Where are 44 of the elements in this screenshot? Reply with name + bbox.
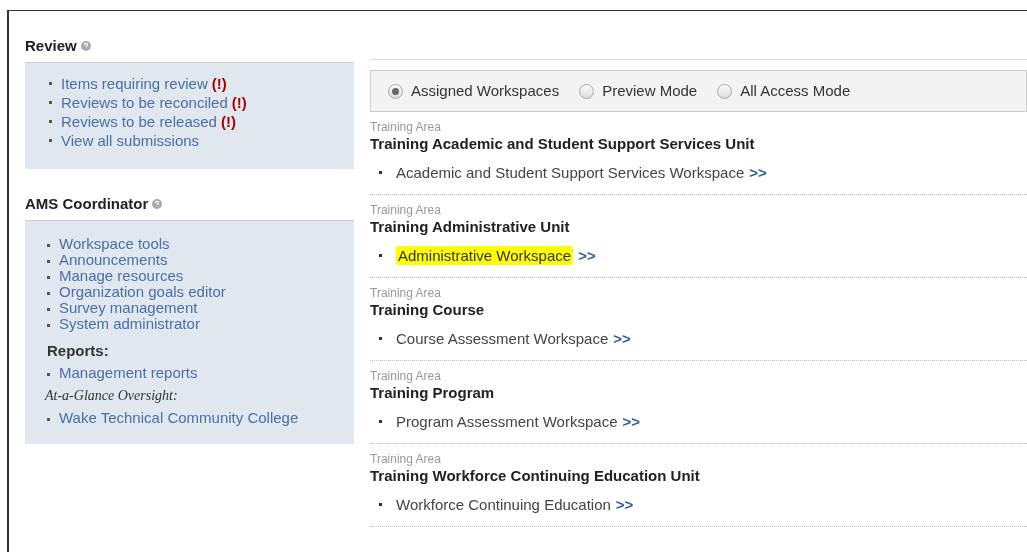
workspace-link[interactable]: Program Assessment Workspace (396, 412, 618, 431)
nav-link[interactable]: System administrator (59, 316, 200, 332)
nav-link[interactable]: Manage resources (59, 268, 184, 284)
workspace-link[interactable]: Academic and Student Support Services Workspace (396, 163, 745, 182)
nav-link[interactable]: Wake Technical Community College (59, 409, 299, 426)
nav-link[interactable]: View all submissions (61, 131, 200, 150)
nav-link[interactable]: Announcements (59, 252, 168, 268)
area-title: Training Workforce Continuing Education Unit (370, 466, 701, 486)
area-title: Training Academic and Student Support Services Unit (370, 134, 756, 154)
nav-link[interactable]: Workspace tools (59, 236, 170, 252)
mode-radio[interactable]: All Access Mode (717, 79, 851, 103)
area-caption: Training Area (370, 203, 442, 217)
nav-link[interactable]: Management reports (59, 364, 198, 381)
workspace-link[interactable]: Course Assessment Workspace (396, 329, 609, 348)
mode-radio[interactable]: Preview Mode (579, 79, 698, 103)
nav-link[interactable]: Survey management (59, 300, 198, 316)
nav-link[interactable]: Items requiring review (61, 74, 208, 93)
area-title: Training Program (370, 383, 496, 403)
area-caption: Training Area (370, 120, 442, 134)
workspace-link[interactable]: Workforce Continuing Education (396, 495, 611, 514)
section-title: AMS Coordinator (25, 193, 149, 214)
alert-mark: (!) (211, 74, 227, 93)
arrow-link[interactable]: >> (622, 412, 640, 431)
nav-link[interactable]: Reviews to be reconciled (61, 93, 228, 112)
area-caption: Training Area (370, 452, 442, 466)
arrow-link[interactable]: >> (615, 495, 634, 514)
mode-radio[interactable]: Assigned Workspaces (388, 79, 560, 103)
arrow-link[interactable]: >> (613, 329, 631, 348)
help-icon (152, 199, 163, 209)
help-icon (80, 41, 91, 51)
workspace-link[interactable]: Administrative Workspace (396, 246, 574, 265)
section-heading: Reports: (47, 341, 110, 361)
section-heading: At-a-Glance Oversight: (45, 386, 179, 405)
arrow-link[interactable]: >> (749, 163, 767, 182)
nav-link[interactable]: Organization goals editor (59, 284, 226, 300)
nav-link[interactable]: Reviews to be released (61, 112, 217, 131)
section-title: Review (25, 35, 77, 56)
area-caption: Training Area (370, 286, 442, 300)
alert-mark: (!) (231, 93, 247, 112)
area-caption: Training Area (370, 369, 442, 383)
area-title: Training Administrative Unit (370, 217, 571, 237)
area-title: Training Course (370, 300, 486, 320)
arrow-link[interactable]: >> (578, 246, 596, 265)
alert-mark: (!) (220, 112, 236, 131)
